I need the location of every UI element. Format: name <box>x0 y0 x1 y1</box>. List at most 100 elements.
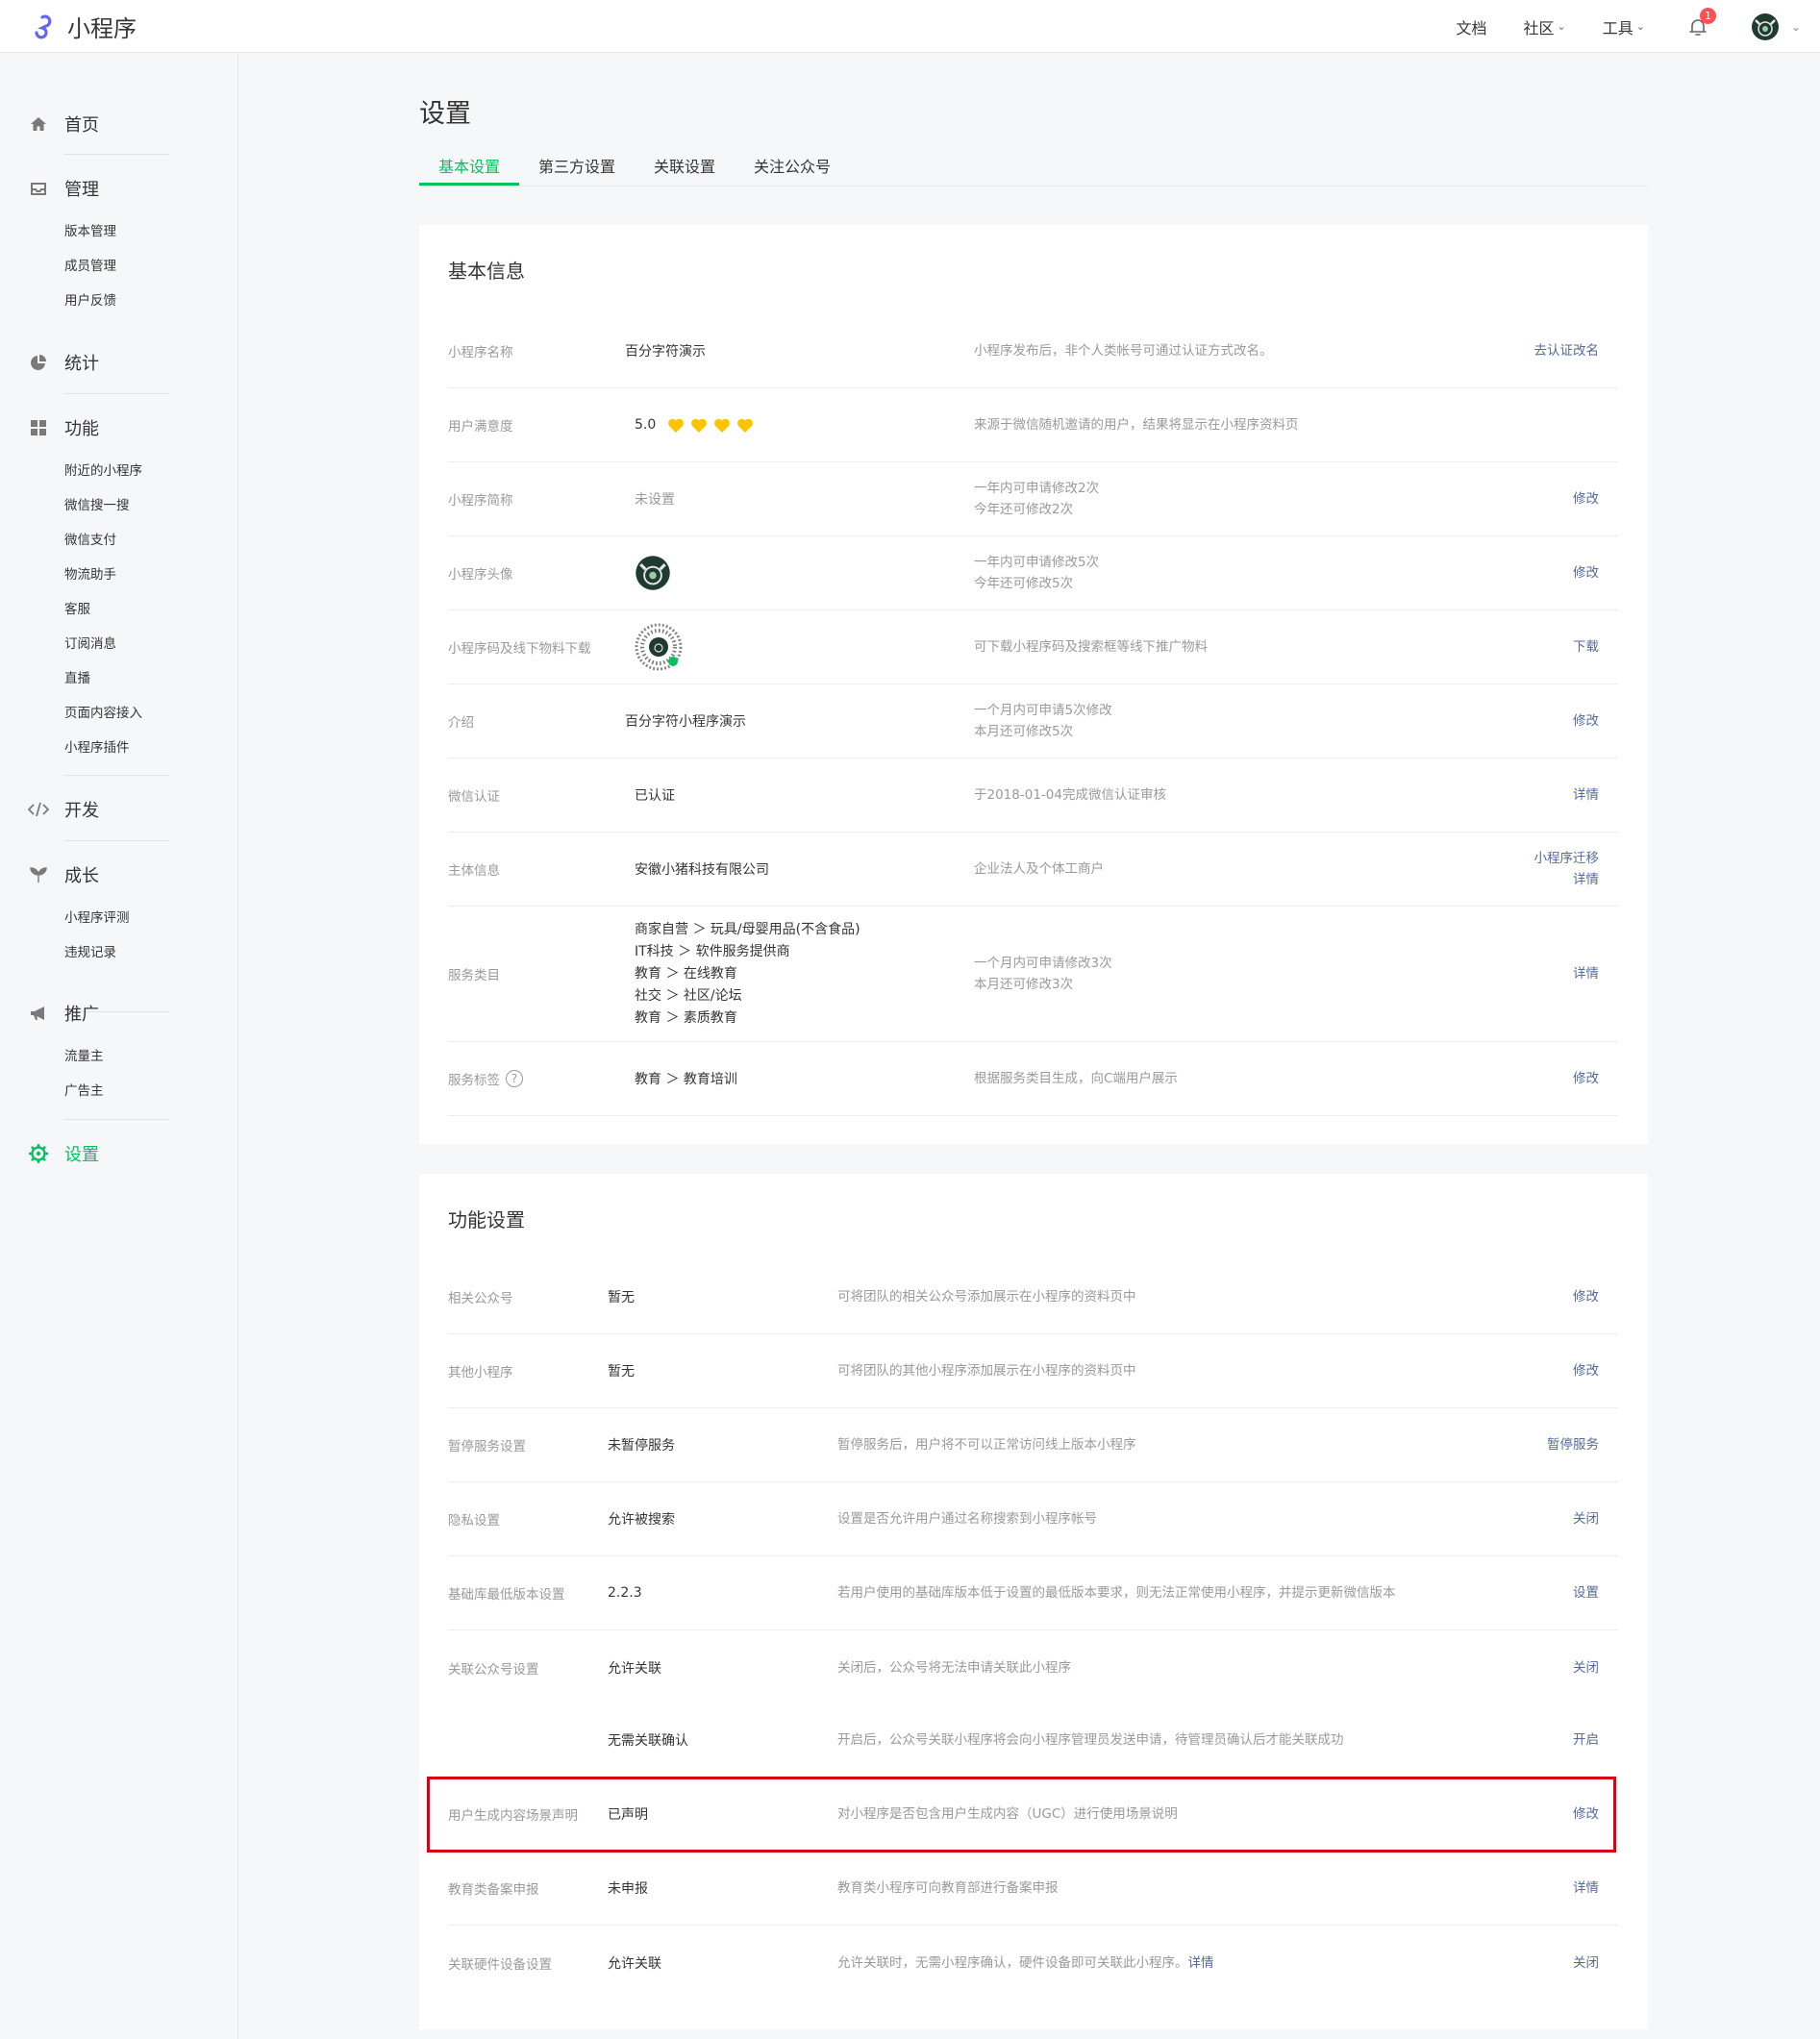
chevron-down-icon: ⌄ <box>1557 20 1566 33</box>
nav-community[interactable]: 社区 ⌄ <box>1523 15 1565 38</box>
category-item: 教育 ＞ 素质教育 <box>635 1009 737 1026</box>
row-desc: 可将团队的相关公众号添加展示在小程序的资料页中 <box>837 1289 1136 1305</box>
close-link[interactable]: 关闭 <box>1573 1508 1599 1529</box>
row-label: 小程序码及线下物料下载 <box>448 641 591 657</box>
close-link[interactable]: 关闭 <box>1573 1952 1599 1974</box>
row-value: 已认证 <box>635 788 675 804</box>
sidebar-item-stats[interactable]: 统计 <box>0 348 238 377</box>
row-desc-line: 于2018-01-04完成微信认证审核 <box>974 787 1166 803</box>
row-satisfaction: 用户满意度 5.0 来源于微信随机邀请的用户，结果将显示在小程序资料页 <box>448 388 1618 462</box>
sidebar-item-growth[interactable]: 成长 <box>0 860 238 889</box>
sidebar-item-violations[interactable]: 违规记录 <box>64 935 238 970</box>
row-value: 允许关联 <box>608 1955 661 1972</box>
sidebar-item-plugin[interactable]: 小程序插件 <box>64 731 238 765</box>
row-desc-text: 允许关联时，无需小程序确认，硬件设备即可关联此小程序。 <box>837 1954 1188 1971</box>
sidebar-item-nearby[interactable]: 附近的小程序 <box>64 454 238 488</box>
row-desc-line: 一个月内可申请修改3次 <box>974 956 1112 971</box>
row-desc: 设置是否允许用户通过名称搜索到小程序帐号 <box>837 1511 1097 1527</box>
row-actions: 修改 <box>1573 1334 1599 1407</box>
row-intro: 介绍 百分字符小程序演示 一个月内可申请5次修改 本月还可修改5次 修改 <box>448 684 1618 758</box>
sidebar-item-search[interactable]: 微信搜一搜 <box>64 488 238 523</box>
migrate-link[interactable]: 小程序迁移 <box>1534 848 1600 869</box>
pause-service-link[interactable]: 暂停服务 <box>1547 1434 1599 1455</box>
mini-program-code-icon <box>635 623 683 671</box>
row-actions: 去认证改名 <box>1534 314 1600 387</box>
row-desc-line: 本月还可修改5次 <box>974 724 1074 739</box>
tab-follow-account[interactable]: 关注公众号 <box>754 154 831 177</box>
row-service-tag: 服务标签? 教育 ＞ 教育培训 根据服务类目生成，向C端用户展示 修改 <box>448 1042 1618 1116</box>
sidebar-item-version[interactable]: 版本管理 <box>64 214 238 249</box>
row-desc-line: 根据服务类目生成，向C端用户展示 <box>974 1071 1178 1086</box>
sidebar-group-features: 功能 附近的小程序 微信搜一搜 微信支付 物流助手 客服 订阅消息 直播 页面内… <box>0 413 238 765</box>
category-item: 商家自营 ＞ 玩具/母婴用品(不含食品) <box>635 921 860 937</box>
row-desc-line: 小程序发布后，非个人类帐号可通过认证方式改名。 <box>974 343 1273 359</box>
row-actions: 详情 <box>1573 1852 1599 1925</box>
help-icon[interactable]: ? <box>506 1070 523 1087</box>
row-value: 百分字符小程序演示 <box>625 714 746 730</box>
notification-button[interactable]: 1 <box>1687 7 1716 37</box>
sidebar-item-service[interactable]: 客服 <box>64 592 238 627</box>
row-pause-service: 暂停服务设置 未暂停服务 暂停服务后，用户将不可以正常访问线上版本小程序 暂停服… <box>448 1408 1618 1482</box>
settings-tabs: 基本设置 第三方设置 关联设置 关注公众号 <box>419 146 1648 186</box>
sidebar-item-publisher[interactable]: 流量主 <box>64 1039 238 1074</box>
sidebar-divider <box>63 1119 169 1120</box>
sidebar-item-settings[interactable]: 设置 <box>0 1139 238 1168</box>
nav-docs[interactable]: 文档 <box>1456 15 1486 38</box>
tab-third-party[interactable]: 第三方设置 <box>538 154 615 177</box>
row-label: 服务类目 <box>448 968 500 983</box>
sidebar-item-manage[interactable]: 管理 <box>0 174 238 203</box>
sidebar-title-home: 首页 <box>64 115 99 136</box>
sidebar-item-pay[interactable]: 微信支付 <box>64 523 238 558</box>
sidebar-item-live[interactable]: 直播 <box>64 661 238 696</box>
details-link[interactable]: 详情 <box>1573 784 1599 806</box>
row-label: 暂停服务设置 <box>448 1439 526 1455</box>
logo[interactable]: 小程序 <box>29 10 137 43</box>
row-desc: 于2018-01-04完成微信认证审核 <box>974 758 1166 832</box>
account-menu-chevron-icon[interactable]: ⌄ <box>1791 20 1801 34</box>
sidebar-item-page-content[interactable]: 页面内容接入 <box>64 696 238 731</box>
sidebar-item-features[interactable]: 功能 <box>0 413 238 442</box>
tab-association[interactable]: 关联设置 <box>654 154 715 177</box>
top-bar: 小程序 文档 社区 ⌄ 工具 ⌄ 1 ⌄ <box>0 0 1820 53</box>
sidebar-item-evaluation[interactable]: 小程序评测 <box>64 901 238 935</box>
verify-rename-link[interactable]: 去认证改名 <box>1534 340 1600 361</box>
row-actions: 下载 <box>1573 610 1599 684</box>
tab-basic[interactable]: 基本设置 <box>438 154 500 177</box>
feature-settings-card: 功能设置 相关公众号 暂无 可将团队的相关公众号添加展示在小程序的资料页中 修改… <box>419 1174 1648 2029</box>
row-value: 允许被搜索 <box>608 1512 675 1528</box>
sidebar-item-logistics[interactable]: 物流助手 <box>64 558 238 592</box>
row-desc: 允许关联时，无需小程序确认，硬件设备即可关联此小程序。 详情 <box>837 1926 1214 2000</box>
sidebar-item-dev[interactable]: 开发 <box>0 795 238 824</box>
modify-link[interactable]: 修改 <box>1573 562 1599 584</box>
avatar[interactable] <box>1751 12 1780 41</box>
details-link[interactable]: 详情 <box>1188 1952 1214 1974</box>
row-desc-line: 企业法人及个体工商户 <box>974 861 1104 877</box>
heart-icon <box>714 418 731 433</box>
sidebar-item-feedback[interactable]: 用户反馈 <box>64 284 238 318</box>
details-link[interactable]: 详情 <box>1573 869 1599 890</box>
row-label: 服务标签? <box>448 1042 523 1115</box>
details-link[interactable]: 详情 <box>1573 963 1599 984</box>
modify-link[interactable]: 修改 <box>1573 710 1599 732</box>
set-link[interactable]: 设置 <box>1573 1582 1599 1604</box>
nav-tools[interactable]: 工具 ⌄ <box>1603 15 1645 38</box>
sidebar-group-home: 首页 <box>0 110 238 138</box>
download-link[interactable]: 下载 <box>1573 636 1599 658</box>
sidebar-item-members[interactable]: 成员管理 <box>64 249 238 284</box>
sidebar-title-features: 功能 <box>64 419 99 439</box>
sidebar-item-home[interactable]: 首页 <box>0 110 238 138</box>
sidebar-item-advertiser[interactable]: 广告主 <box>64 1074 238 1108</box>
modify-link[interactable]: 修改 <box>1573 488 1599 510</box>
modify-link[interactable]: 修改 <box>1573 1286 1599 1307</box>
sidebar-item-promote[interactable]: 推广 <box>0 999 238 1028</box>
basic-info-title: 基本信息 <box>448 260 525 283</box>
highlight-box <box>427 1777 1616 1853</box>
modify-link[interactable]: 修改 <box>1573 1068 1599 1089</box>
close-link[interactable]: 关闭 <box>1573 1657 1599 1678</box>
row-desc-line: 本月还可修改3次 <box>974 977 1074 992</box>
row-actions: 修改 <box>1573 462 1599 535</box>
enable-link[interactable]: 开启 <box>1573 1729 1599 1751</box>
sidebar-item-subscribe[interactable]: 订阅消息 <box>64 627 238 661</box>
modify-link[interactable]: 修改 <box>1573 1360 1599 1381</box>
details-link[interactable]: 详情 <box>1573 1877 1599 1899</box>
